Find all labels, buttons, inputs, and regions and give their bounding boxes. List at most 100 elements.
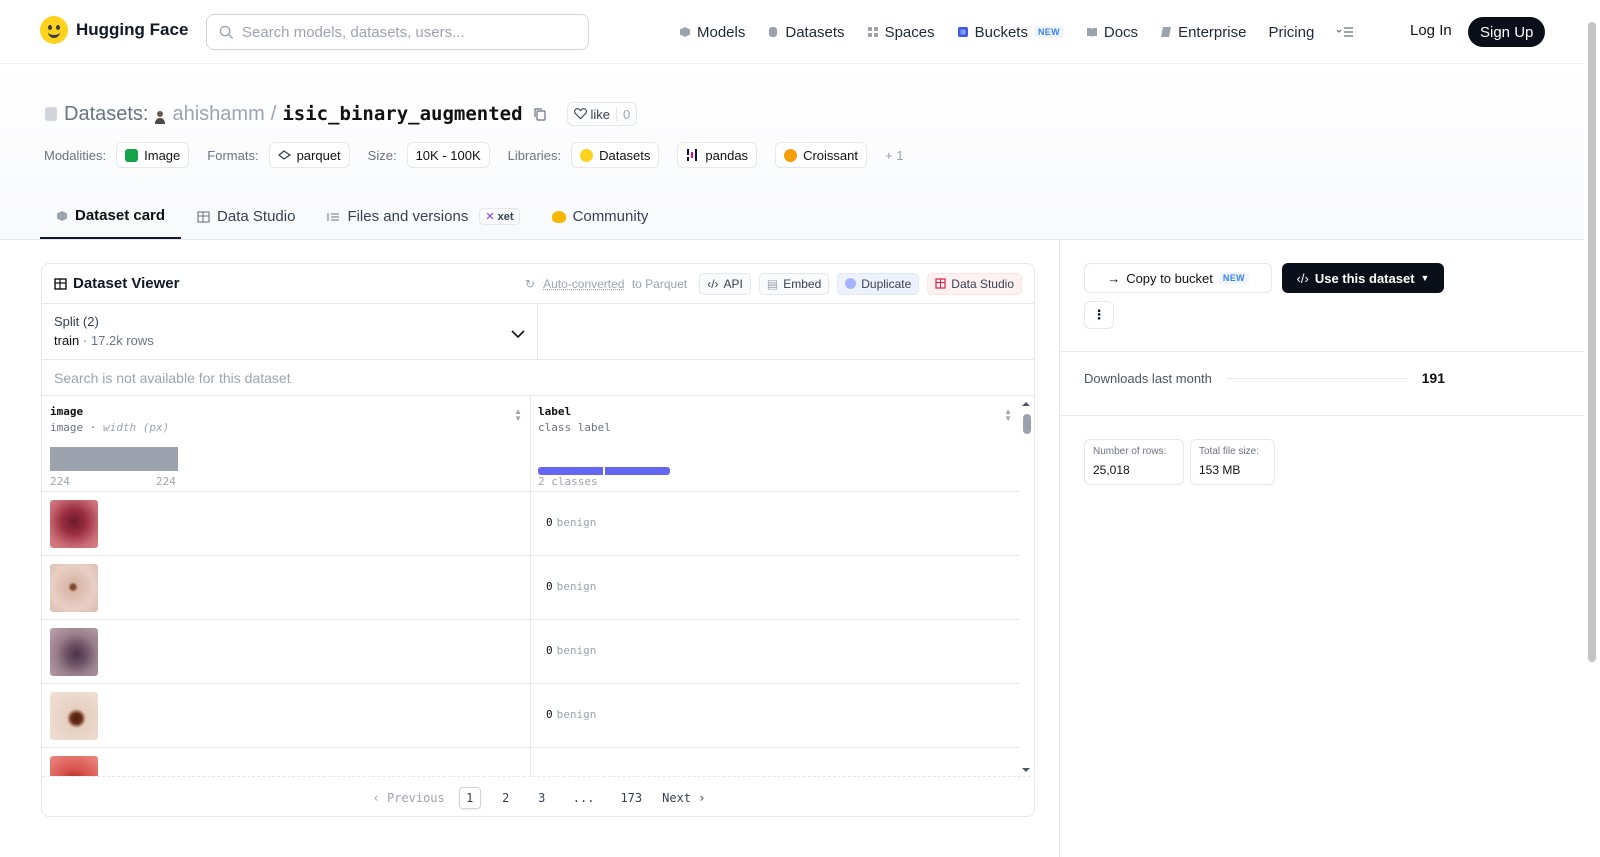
table-row[interactable]: 0 benign [42, 556, 1020, 620]
page-button-3[interactable]: 3 [531, 787, 553, 809]
code-icon: ‹/› [707, 276, 719, 291]
data-studio-button[interactable]: Data Studio [927, 272, 1022, 295]
nav-enterprise[interactable]: Enterprise [1149, 24, 1257, 41]
modality-chip[interactable]: Image [116, 142, 190, 168]
nav-models-label: Models [697, 23, 746, 41]
table-row[interactable]: 0 benign [42, 620, 1020, 684]
class-bar[interactable] [605, 467, 670, 475]
histogram-min: 224 [50, 475, 70, 488]
parquet-icon [277, 150, 291, 160]
image-thumbnail[interactable] [50, 628, 98, 676]
column-header-label[interactable]: label class label ▲ ▼ 2 classes [530, 396, 1020, 492]
page-scrollbar[interactable] [1584, 0, 1600, 857]
repo-owner-link[interactable]: ahishamm [172, 103, 264, 126]
viewer-title-label: Dataset Viewer [73, 275, 180, 292]
image-thumbnail[interactable] [50, 692, 98, 740]
search-box[interactable] [206, 14, 589, 50]
format-chip[interactable]: parquet [268, 142, 350, 168]
viewer-title: Dataset Viewer [54, 275, 179, 292]
size-value: 10K - 100K [415, 147, 481, 163]
nav-buckets[interactable]: Buckets NEW [946, 24, 1075, 41]
table-row[interactable]: 0 benign [42, 492, 1020, 556]
repo-type-label[interactable]: Datasets: [64, 103, 148, 126]
copy-icon[interactable] [533, 107, 547, 121]
tab-dataset-card[interactable]: Dataset card [40, 194, 182, 239]
path-separator: / [270, 102, 277, 125]
table-row[interactable]: 0 benign [42, 684, 1020, 748]
enterprise-icon [1161, 27, 1172, 37]
sort-icon[interactable]: ▲ ▼ [514, 408, 522, 423]
scroll-up-icon[interactable] [1018, 400, 1034, 408]
image-thumbnail[interactable] [50, 756, 98, 776]
nav-datasets[interactable]: Datasets [756, 24, 855, 41]
tab-files-and-versions[interactable]: Files and versions ✕ xet [311, 194, 535, 239]
copy-to-bucket-button[interactable]: → Copy to bucket NEW [1084, 263, 1272, 293]
auto-converted-link[interactable]: Auto-converted [543, 277, 624, 291]
signup-button[interactable]: Sign Up [1468, 17, 1546, 47]
repo-name-link[interactable]: isic_binary_augmented [282, 103, 522, 125]
split-selector[interactable]: Split (2) train · 17.2k rows [42, 304, 538, 359]
image-thumbnail[interactable] [50, 564, 98, 612]
tab-community[interactable]: Community [536, 194, 665, 239]
sort-icon[interactable]: ▲ ▼ [1004, 408, 1012, 423]
nav-links: Models Datasets Spaces Buckets NEW Docs E… [668, 0, 1365, 64]
image-thumbnail[interactable] [50, 500, 98, 548]
class-distribution-bars[interactable] [538, 467, 670, 475]
size-stat-value: 153 MB [1199, 463, 1241, 477]
new-badge: NEW [1033, 26, 1064, 38]
nav-spaces[interactable]: Spaces [856, 24, 946, 41]
page-scrollbar-thumb[interactable] [1588, 22, 1596, 662]
class-bar[interactable] [538, 467, 603, 475]
nav-models[interactable]: Models [668, 24, 756, 41]
scrollbar-thumb[interactable] [1023, 414, 1031, 434]
next-page-button[interactable]: Next › [662, 791, 705, 805]
cube-icon [680, 27, 690, 37]
dataset-viewer: Dataset Viewer ↻ Auto-converted to Parqu… [41, 263, 1035, 817]
library-chip-datasets[interactable]: Datasets [571, 142, 660, 168]
table-row[interactable] [42, 748, 1020, 776]
database-icon [769, 27, 778, 37]
page-button-last[interactable]: 173 [614, 787, 648, 809]
more-options-button[interactable]: ⋮ [1084, 301, 1114, 329]
nav-docs[interactable]: Docs [1075, 24, 1149, 41]
duplicate-label: Duplicate [861, 276, 912, 291]
use-this-dataset-label: Use this dataset [1314, 270, 1415, 286]
embed-button[interactable]: ▤ Embed [758, 272, 830, 295]
size-chip[interactable]: 10K - 100K [406, 142, 490, 168]
library-chip-croissant[interactable]: Croissant [775, 142, 867, 168]
auto-converted-suffix: to Parquet [631, 276, 688, 291]
scroll-down-icon[interactable] [1018, 766, 1034, 774]
more-libraries-link[interactable]: + 1 [885, 148, 903, 163]
class-count: 2 classes [538, 475, 598, 488]
use-this-dataset-button[interactable]: ‹/› Use this dataset ▼ [1282, 263, 1444, 293]
downloads-sparkline [1225, 377, 1408, 379]
api-button[interactable]: ‹/› API [699, 272, 751, 295]
tab-community-label: Community [572, 208, 649, 225]
table-scrollbar[interactable] [1018, 396, 1034, 776]
nav-buckets-label: Buckets [974, 23, 1028, 41]
tab-data-studio[interactable]: Data Studio [181, 194, 311, 239]
library-chip-pandas[interactable]: pandas [677, 142, 758, 168]
split-row: Split (2) train · 17.2k rows [42, 304, 1034, 360]
like-button[interactable]: like 0 [566, 102, 638, 126]
login-link[interactable]: Log In [1410, 22, 1452, 39]
nav-pricing[interactable]: Pricing [1257, 24, 1325, 41]
pagination: ‹ Previous 1 2 3 ... 173 Next › [42, 776, 1034, 816]
nav-more-menu[interactable] [1325, 26, 1365, 38]
width-histogram-bar[interactable] [50, 447, 178, 471]
viewer-header: Dataset Viewer ↻ Auto-converted to Parqu… [42, 264, 1034, 304]
nav-spaces-label: Spaces [884, 23, 935, 41]
column-type-name: image [50, 421, 84, 434]
column-header-image[interactable]: image image · width (px) ▲ ▼ 224 224 [42, 396, 530, 492]
search-input[interactable] [242, 23, 562, 41]
rows-stat-label: Number of rows: [1093, 446, 1167, 457]
duplicate-button[interactable]: Duplicate [837, 272, 920, 295]
previous-label: Previous [386, 790, 445, 805]
libraries-label: Libraries: [507, 147, 562, 163]
library-datasets-label: Datasets [599, 147, 651, 163]
chevron-down-icon: ▼ [1420, 273, 1430, 283]
previous-page-button[interactable]: ‹ Previous [373, 791, 445, 805]
brand-logo[interactable]: Hugging Face [40, 16, 188, 44]
page-button-1[interactable]: 1 [458, 786, 481, 809]
page-button-2[interactable]: 2 [495, 787, 517, 809]
